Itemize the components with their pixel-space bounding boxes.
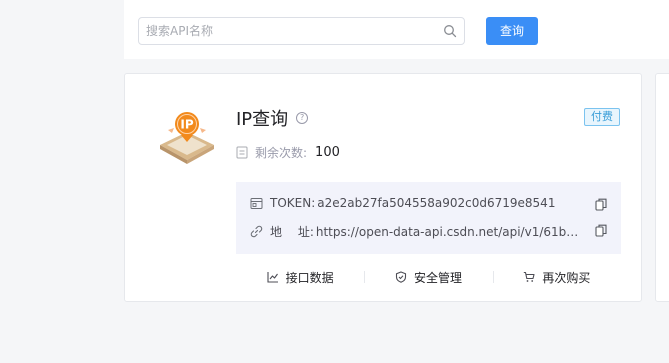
logo-text: IP — [180, 118, 193, 132]
token-label: TOKEN: — [270, 196, 316, 210]
credentials-box: TOKEN: a2e2ab27fa504558a902c0d6719e8541 … — [236, 182, 621, 254]
document-icon — [236, 146, 248, 159]
api-title-text: IP查询 — [236, 109, 289, 130]
copy-token-icon[interactable] — [595, 198, 607, 211]
next-api-card — [655, 73, 669, 302]
copy-address-icon[interactable] — [595, 224, 607, 237]
buy-again-label: 再次购买 — [542, 270, 591, 285]
api-data-label: 接口数据 — [285, 270, 334, 285]
search-field[interactable] — [138, 17, 465, 45]
chart-icon — [267, 272, 278, 283]
address-label: 地 址: — [270, 225, 314, 239]
api-data-button[interactable]: 接口数据 — [236, 269, 364, 285]
search-icon[interactable] — [443, 24, 457, 38]
api-card: IP IP查询 ? 付费 剩余次数: 100 TOKEN: a2e2ab27fa… — [124, 73, 642, 302]
security-management-label: 安全管理 — [413, 270, 462, 285]
paid-badge: 付费 — [584, 108, 620, 126]
link-icon — [250, 225, 263, 238]
cart-icon — [524, 271, 535, 282]
shield-icon — [395, 271, 407, 283]
card-actions: 接口数据 安全管理 再次购买 — [236, 264, 621, 290]
search-input[interactable] — [139, 18, 464, 44]
api-title: IP查询 ? — [236, 105, 309, 131]
ip-api-logo: IP — [160, 112, 214, 164]
token-row: TOKEN: a2e2ab27fa504558a902c0d6719e8541 — [250, 196, 617, 210]
token-icon — [250, 197, 263, 209]
buy-again-button[interactable]: 再次购买 — [492, 269, 621, 285]
remaining-label: 剩余次数: — [255, 146, 308, 160]
token-value: a2e2ab27fa504558a902c0d6719e8541 — [317, 196, 556, 210]
remaining-count-row: 剩余次数: 100 — [236, 144, 340, 161]
help-icon[interactable]: ? — [296, 112, 309, 124]
search-bar: 查询 — [124, 0, 669, 59]
security-management-button[interactable]: 安全管理 — [364, 269, 492, 285]
address-value: https://open-data-api.csdn.net/api/v1/61… — [315, 224, 579, 239]
address-row: 地 址: https://open-data-api.csdn.net/api/… — [250, 223, 579, 240]
remaining-value: 100 — [315, 145, 340, 160]
search-button[interactable]: 查询 — [486, 17, 538, 45]
